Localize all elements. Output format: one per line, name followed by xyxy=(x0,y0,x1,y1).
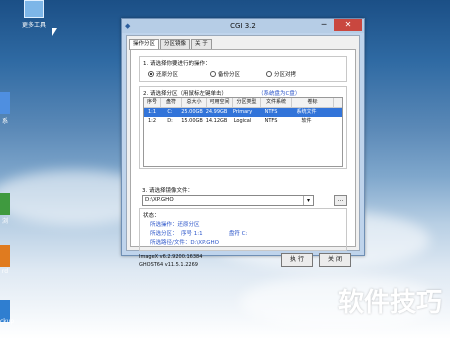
radio-restore[interactable]: 还原分区 xyxy=(148,70,178,78)
status-partition: 所选分区： 序号 1:1 盘符 C: xyxy=(150,231,248,237)
execute-button[interactable]: 执 行 xyxy=(281,253,313,267)
chevron-down-icon[interactable]: ▾ xyxy=(303,196,313,205)
table-cell: 1:1 xyxy=(147,109,157,115)
close-window-button[interactable]: ✕ xyxy=(334,19,362,31)
status-label: 状态： xyxy=(143,213,160,219)
partition-table: 序号 盘符 总大小 可用空间 分区类型 文件系统 卷标 1:1 C: 25.00… xyxy=(143,97,343,167)
desktop-icon-label: 更多工具 xyxy=(21,22,46,29)
column-header: 盘符 xyxy=(161,98,182,107)
desktop-left-label-1: 系 xyxy=(1,118,8,125)
table-row[interactable]: 1:1 C: 25.00GB 24.99GB Primary NTFS 系统文件 xyxy=(144,108,342,117)
status-path: 所选路径/文件：D:\XP.GHO xyxy=(150,240,219,246)
column-header: 卷标 xyxy=(292,98,334,107)
table-empty-area xyxy=(144,126,342,166)
imagex-version: ImageX v6.2.9200.16384 xyxy=(139,254,203,260)
radio-backup-label: 备份分区 xyxy=(218,72,241,78)
image-path-combobox[interactable]: D:\XP.GHO ▾ xyxy=(142,195,314,206)
browse-button[interactable]: ... xyxy=(334,195,347,206)
partition-group: 2. 请选择分区（用鼠标左键单击） （系统盘为C盘） 序号 盘符 总大小 可用空… xyxy=(139,86,347,169)
column-header: 可用空间 xyxy=(207,98,233,107)
window-titlebar[interactable]: ◆ CGI 3.2 ─ ✕ xyxy=(122,19,364,33)
image-path-value: D:\XP.GHO xyxy=(145,197,174,203)
cgi-window: ◆ CGI 3.2 ─ ✕ 操作分区 分区镜像 关 于 1. 请选择你要进行的操… xyxy=(121,18,365,268)
column-header: 分区类型 xyxy=(233,98,261,107)
desktop-left-icon-3[interactable] xyxy=(0,245,10,267)
tab-about[interactable]: 关 于 xyxy=(191,39,212,49)
table-cell: NTFS xyxy=(264,109,278,115)
column-header: 总大小 xyxy=(182,98,207,107)
minimize-button[interactable]: ─ xyxy=(317,19,331,31)
image-file-label: 3. 请选择镜像文件： xyxy=(142,188,193,194)
radio-copy-label: 分区对拷 xyxy=(274,72,297,78)
close-button[interactable]: 关 闭 xyxy=(319,253,351,267)
system-disk-hint: （系统盘为C盘） xyxy=(258,91,301,97)
table-cell: 25.00GB xyxy=(181,109,203,115)
desktop-left-label-4: ckup xyxy=(0,318,15,325)
table-row[interactable]: 1:2 D: 15.00GB 14.12GB Logical NTFS 软件 xyxy=(144,117,342,126)
desktop-left-icon-2[interactable] xyxy=(0,193,10,215)
ghost-version: GHOST64 v11.5.1.2269 xyxy=(139,262,198,268)
table-cell: Logical xyxy=(233,118,252,124)
mouse-cursor-icon xyxy=(52,28,57,36)
version-info: ImageX v6.2.9200.16384 GHOST64 v11.5.1.2… xyxy=(139,253,202,269)
table-header: 序号 盘符 总大小 可用空间 分区类型 文件系统 卷标 xyxy=(144,98,342,108)
table-cell: 24.99GB xyxy=(205,109,228,115)
operate-panel: 1. 请选择你要进行的操作： 还原分区 备份分区 分区对拷 2. 请选择分区（用… xyxy=(130,49,356,268)
status-group: 状态： 所选操作：还原分区 所选分区： 序号 1:1 盘符 C: 所选路径/文件… xyxy=(139,208,347,251)
table-cell: 系统文件 xyxy=(296,109,317,115)
tab-partition-image[interactable]: 分区镜像 xyxy=(160,39,191,49)
desktop-icon-more-tools[interactable]: 更多工具 xyxy=(14,0,54,29)
column-header: 序号 xyxy=(144,98,161,107)
status-operation: 所选操作：还原分区 xyxy=(150,222,200,228)
desktop-left-icon-1[interactable] xyxy=(0,92,10,114)
table-cell: 14.12GB xyxy=(205,118,228,124)
tab-bar: 操作分区 分区镜像 关 于 xyxy=(129,39,212,50)
radio-backup[interactable]: 备份分区 xyxy=(210,70,240,78)
window-client: 操作分区 分区镜像 关 于 1. 请选择你要进行的操作： 还原分区 备份分区 分… xyxy=(126,35,360,268)
table-cell: 1:2 xyxy=(147,118,157,124)
radio-dot-icon xyxy=(210,71,216,77)
radio-dot-icon xyxy=(148,71,154,77)
table-cell: 15.00GB xyxy=(181,118,203,124)
table-cell: NTFS xyxy=(264,118,278,124)
partition-label: 2. 请选择分区（用鼠标左键单击） xyxy=(143,91,227,97)
radio-restore-label: 还原分区 xyxy=(156,72,179,78)
table-cell: 软件 xyxy=(301,118,312,124)
table-cell: D: xyxy=(167,118,173,124)
desktop-left-label-2: 浏 xyxy=(1,218,8,225)
desktop-left-label-3: rd xyxy=(1,268,9,275)
radio-dot-icon xyxy=(266,71,272,77)
watermark-text: 软件技巧 xyxy=(337,288,442,318)
table-cell: C: xyxy=(167,109,173,115)
operation-label: 1. 请选择你要进行的操作： xyxy=(143,61,211,67)
radio-copy[interactable]: 分区对拷 xyxy=(266,70,296,78)
tools-icon xyxy=(24,0,44,18)
column-header: 文件系统 xyxy=(261,98,292,107)
operation-group: 1. 请选择你要进行的操作： 还原分区 备份分区 分区对拷 xyxy=(139,56,347,82)
table-cell: Primary xyxy=(232,109,253,115)
